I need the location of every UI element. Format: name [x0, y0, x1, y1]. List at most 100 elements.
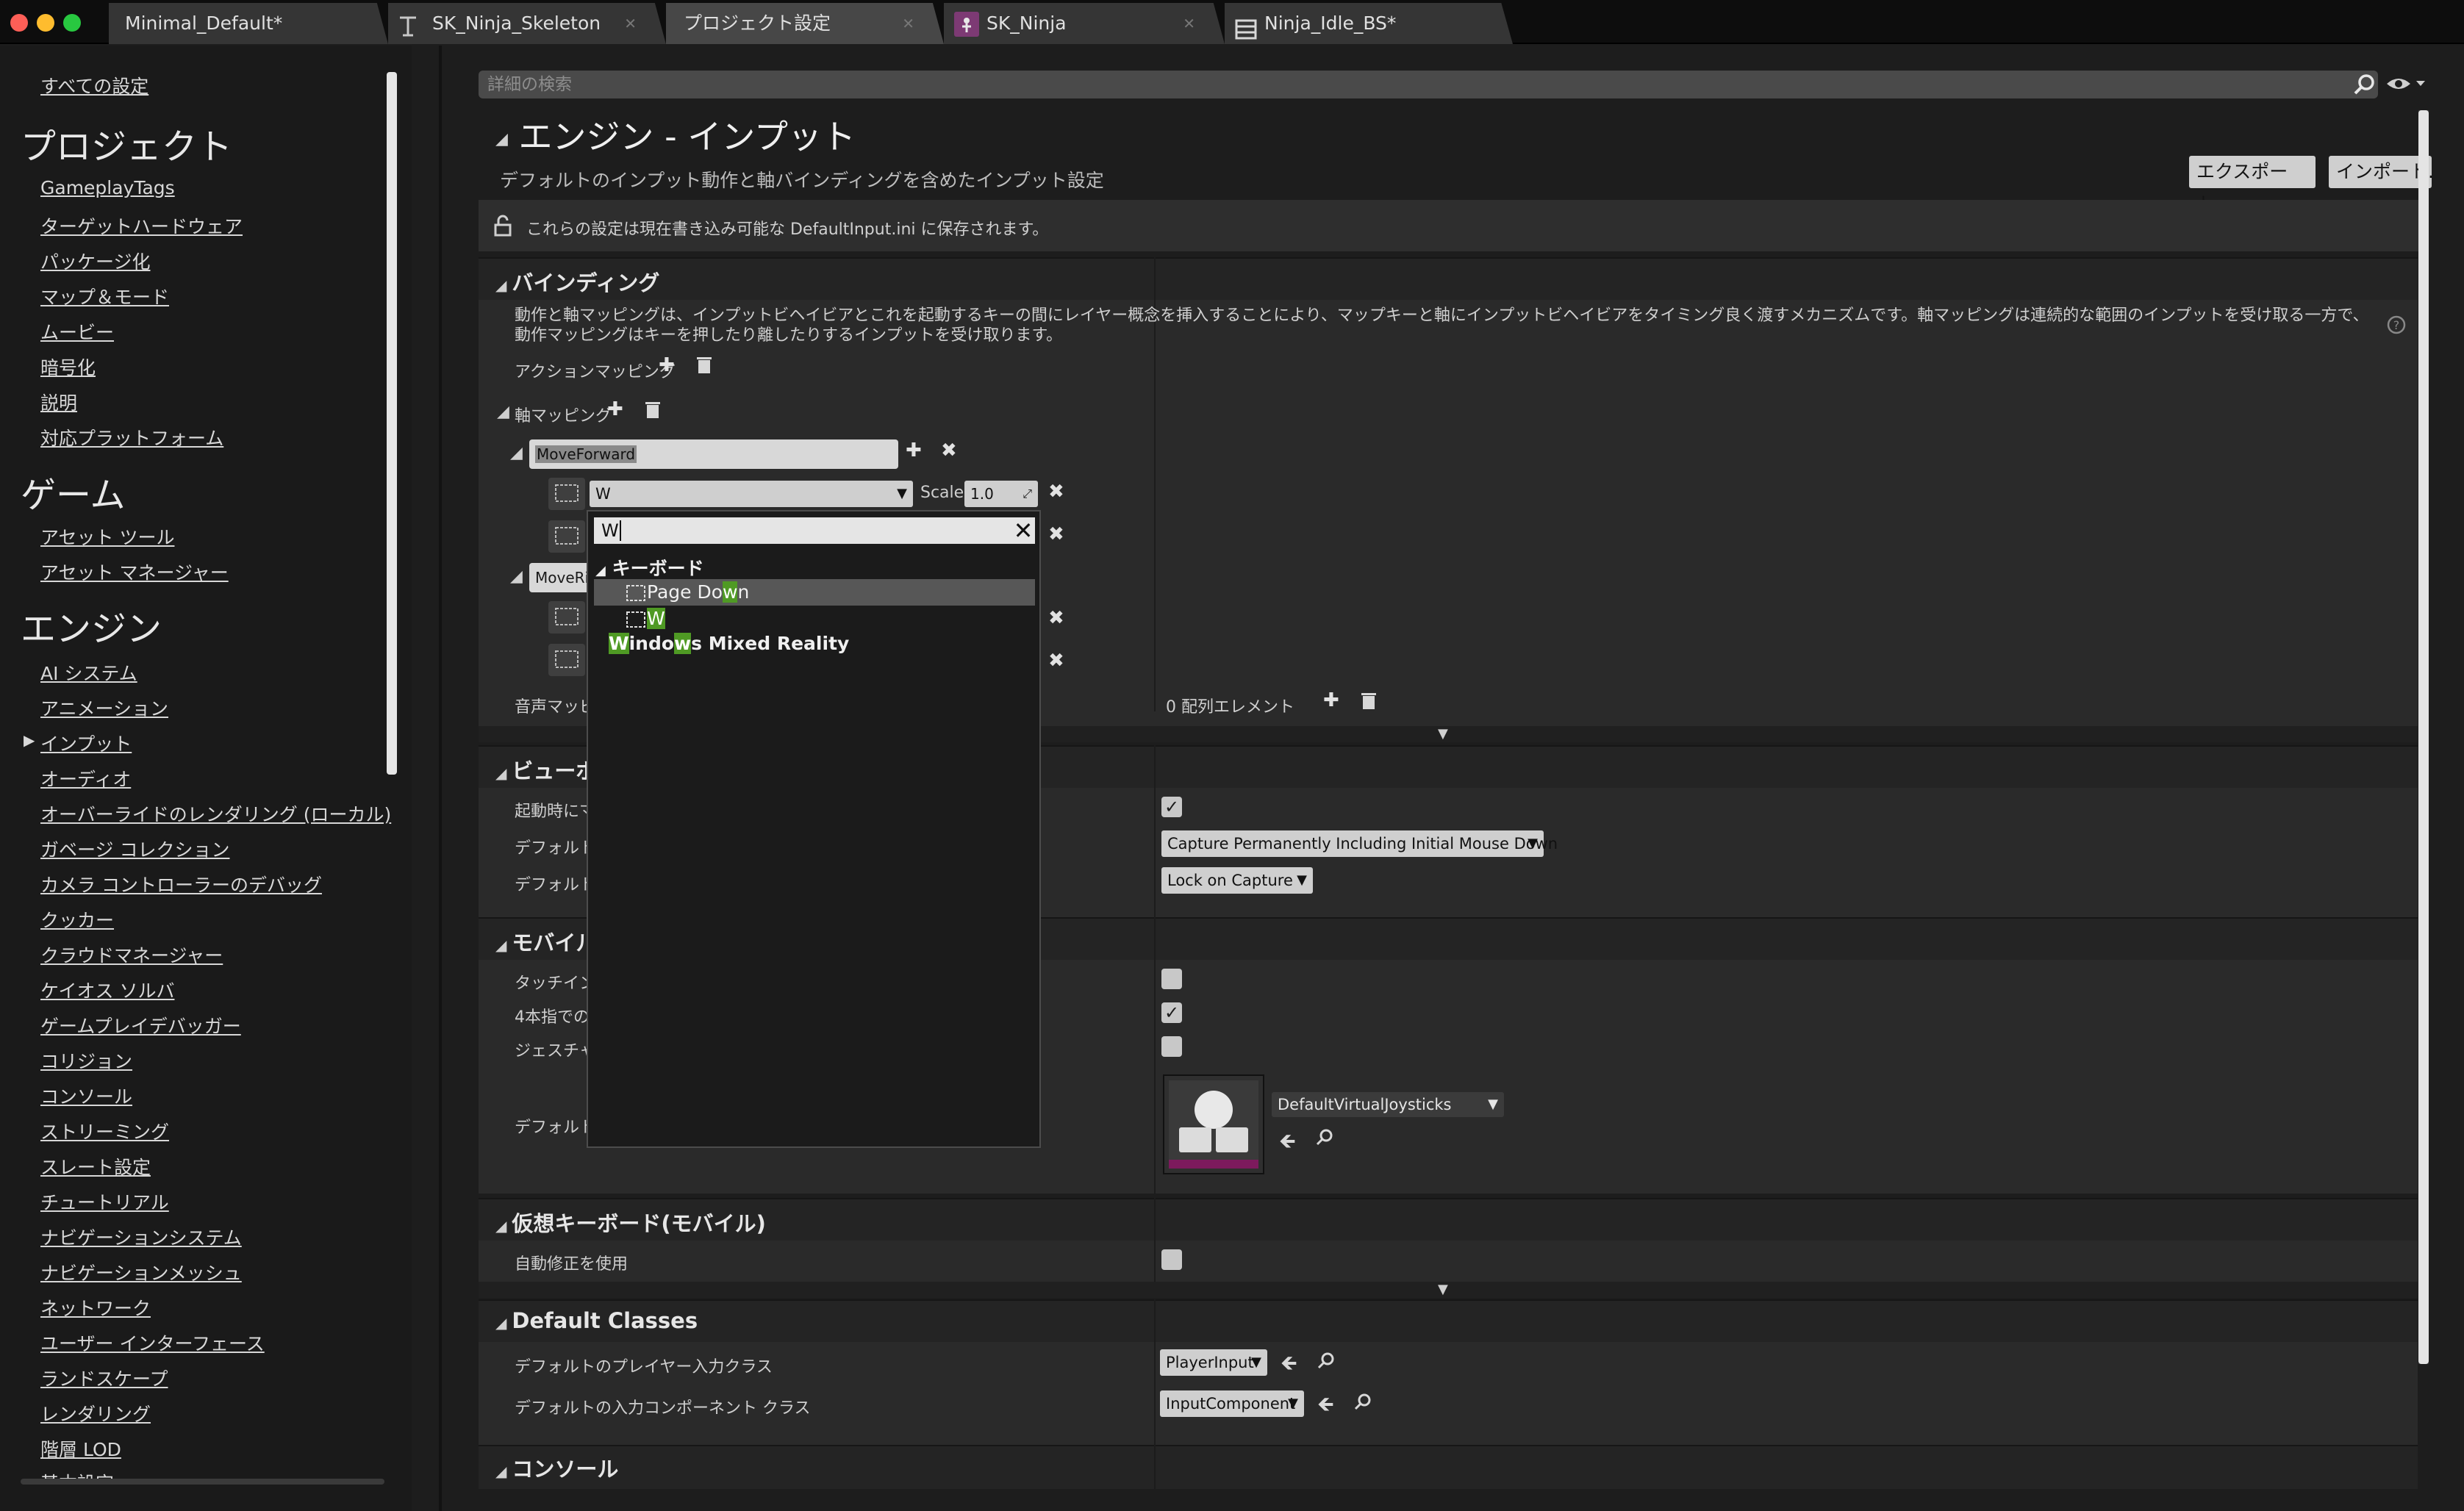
use-selected-arrow-icon[interactable]: 🡸	[1317, 1389, 1334, 1424]
sidebar-item-tutorial[interactable]: チュートリアル	[40, 1188, 169, 1215]
category-virtual-keyboard-header[interactable]	[479, 1198, 2418, 1241]
category-virtual-keyboard[interactable]: ◢ 仮想キーボード(モバイル)	[495, 1207, 766, 1238]
chevron-down-icon[interactable]: ▼	[1438, 1282, 1448, 1297]
browse-search-icon[interactable]	[1353, 1392, 1373, 1413]
category-viewport[interactable]: ◢ ビューポ	[495, 754, 597, 785]
key-selector-button[interactable]	[548, 478, 585, 510]
sidebar-item-garbage-collection[interactable]: ガベージ コレクション	[40, 836, 229, 862]
tab-close-icon[interactable]: ✕	[902, 3, 914, 44]
mouse-capture-mode-combo[interactable]: Capture Permanently Including Initial Mo…	[1161, 830, 1558, 857]
joystick-thumbnail[interactable]	[1163, 1074, 1264, 1174]
add-axis-key-icon[interactable]: ✚	[906, 439, 922, 462]
add-action-mapping-icon[interactable]: ✚	[659, 354, 675, 376]
tab-sk-ninja[interactable]: SK_Ninja ✕	[944, 3, 1225, 44]
search-icon[interactable]	[2352, 72, 2377, 97]
axis-name-input[interactable]: MoveRi	[529, 563, 595, 592]
details-search-input[interactable]: 詳細の検索	[479, 71, 2378, 98]
sidebar-item-camera-controller-debug[interactable]: カメラ コントローラーのデバッグ	[40, 871, 322, 897]
sidebar-item-hlod[interactable]: 階層 LOD	[40, 1435, 121, 1462]
delete-axis-mappings-icon[interactable]	[644, 401, 662, 420]
gesture-checkbox[interactable]	[1161, 1036, 1182, 1057]
sidebar-horizontal-scrollbar[interactable]	[21, 1479, 384, 1485]
eye-icon[interactable]	[2385, 73, 2427, 96]
remove-key-icon[interactable]: ✖	[1048, 607, 1064, 629]
advanced-expander[interactable]	[479, 1282, 2418, 1298]
expand-triangle-icon[interactable]: ◢	[510, 567, 523, 586]
remove-key-icon[interactable]: ✖	[1048, 523, 1064, 545]
autocorrect-checkbox[interactable]	[1161, 1249, 1182, 1270]
sidebar-item-landscape[interactable]: ランドスケープ	[40, 1365, 168, 1391]
tab-close-icon[interactable]: ✕	[624, 3, 637, 44]
browse-search-icon[interactable]	[1316, 1351, 1336, 1371]
sidebar-all-settings[interactable]: すべての設定	[40, 72, 148, 98]
category-bindings-header[interactable]	[479, 257, 2418, 300]
add-axis-mapping-icon[interactable]: ✚	[607, 398, 623, 420]
tab-minimal-default[interactable]: Minimal_Default*	[109, 3, 388, 44]
sidebar-item-rendering-overrides[interactable]: オーバーライドのレンダリング (ローカル)	[40, 800, 391, 827]
sidebar-item-streaming[interactable]: ストリーミング	[40, 1118, 169, 1144]
key-category-windows-mixed-reality[interactable]: Windows Mixed Reality	[609, 631, 849, 657]
category-console[interactable]: ◢ コンソール	[495, 1452, 618, 1483]
sidebar-item-supported-platforms[interactable]: 対応プラットフォーム	[40, 424, 223, 451]
sidebar-item-gameplaytags[interactable]: GameplayTags	[40, 177, 175, 198]
key-option-page-down[interactable]: Page Down	[625, 579, 749, 606]
sidebar-item-maps-modes[interactable]: マップ＆モード	[40, 283, 169, 309]
sidebar-item-user-interface[interactable]: ユーザー インターフェース	[40, 1329, 265, 1356]
sidebar-item-asset-tools[interactable]: アセット ツール	[40, 523, 174, 550]
sidebar-item-asset-manager[interactable]: アセット マネージャー	[40, 559, 229, 585]
category-console-header[interactable]	[479, 1445, 2418, 1489]
zoom-window-button[interactable]	[63, 14, 81, 32]
key-category-keyboard[interactable]: ◢ キーボード	[595, 554, 704, 581]
clear-filter-icon[interactable]: ✕	[1010, 517, 1036, 544]
category-default-classes[interactable]: ◢ Default Classes	[495, 1308, 698, 1333]
category-default-classes-header[interactable]	[479, 1299, 2418, 1342]
delete-speech-mappings-icon[interactable]	[1360, 692, 1378, 711]
remove-key-icon[interactable]: ✖	[1048, 481, 1064, 503]
sidebar-item-chaos-solver[interactable]: ケイオス ソルバ	[40, 977, 174, 1003]
category-mobile[interactable]: ◢ モバイル	[495, 926, 597, 957]
export-button[interactable]: エクスポート...	[2189, 156, 2316, 215]
sidebar-item-packaging[interactable]: パッケージ化	[40, 248, 151, 274]
sidebar-item-gameplay-debugger[interactable]: ゲームプレイデバッガー	[40, 1012, 241, 1038]
panel-splitter[interactable]	[439, 46, 442, 1511]
minimize-window-button[interactable]	[37, 14, 54, 32]
key-selector-button[interactable]	[548, 520, 585, 553]
details-scrollbar[interactable]	[2418, 110, 2429, 1364]
tab-project-settings[interactable]: プロジェクト設定 ✕	[666, 3, 944, 44]
scale-input[interactable]: 1.0 ⤢	[964, 481, 1038, 507]
input-component-class-combo[interactable]: InputComponent ▼	[1160, 1390, 1304, 1417]
key-filter-input[interactable]: W	[594, 517, 1035, 544]
tab-ninja-idle-bs[interactable]: Ninja_Idle_BS*	[1225, 3, 1513, 44]
four-finger-checkbox[interactable]: ✓	[1161, 1002, 1182, 1023]
category-bindings[interactable]: ◢ バインディング	[495, 266, 659, 297]
tab-sk-ninja-skeleton[interactable]: SK_Ninja_Skeleton ✕	[388, 3, 666, 44]
sidebar-item-collision[interactable]: コリジョン	[40, 1047, 132, 1074]
browse-search-icon[interactable]	[1314, 1127, 1335, 1148]
sidebar-item-ai-system[interactable]: AI システム	[40, 659, 137, 686]
sidebar-item-movies[interactable]: ムービー	[40, 318, 114, 345]
sidebar-item-animation[interactable]: アニメーション	[40, 695, 168, 721]
mouse-lock-mode-combo[interactable]: Lock on Capture ▼	[1161, 867, 1313, 894]
reset-arrows-icon[interactable]: ⤢	[1023, 481, 1032, 507]
sidebar-item-target-hardware[interactable]: ターゲットハードウェア	[40, 212, 243, 239]
use-selected-arrow-icon[interactable]: 🡸	[1279, 1126, 1296, 1161]
tab-close-icon[interactable]: ✕	[1183, 3, 1195, 44]
sidebar-item-rendering[interactable]: レンダリング	[40, 1400, 151, 1426]
sidebar-item-audio[interactable]: オーディオ	[40, 765, 131, 792]
sidebar-item-network[interactable]: ネットワーク	[40, 1294, 151, 1321]
add-speech-mapping-icon[interactable]: ✚	[1323, 689, 1339, 711]
touch-input-checkbox[interactable]	[1161, 969, 1182, 989]
delete-action-mappings-icon[interactable]	[695, 356, 713, 375]
sidebar-item-console[interactable]: コンソール	[40, 1083, 132, 1109]
chevron-down-icon[interactable]: ▼	[1438, 726, 1448, 742]
key-option-w[interactable]: W	[625, 606, 665, 632]
key-selector-button[interactable]	[548, 644, 585, 676]
sidebar-item-description[interactable]: 説明	[40, 389, 77, 415]
key-selector-button[interactable]	[548, 601, 585, 634]
sidebar-item-navigation-system[interactable]: ナビゲーションシステム	[40, 1224, 242, 1250]
remove-key-icon[interactable]: ✖	[1048, 650, 1064, 672]
sidebar-item-navigation-mesh[interactable]: ナビゲーションメッシュ	[40, 1259, 242, 1285]
player-input-class-combo[interactable]: PlayerInput ▼	[1160, 1349, 1267, 1376]
help-icon[interactable]: ?	[2386, 315, 2407, 335]
sidebar-scrollbar[interactable]	[387, 72, 397, 775]
